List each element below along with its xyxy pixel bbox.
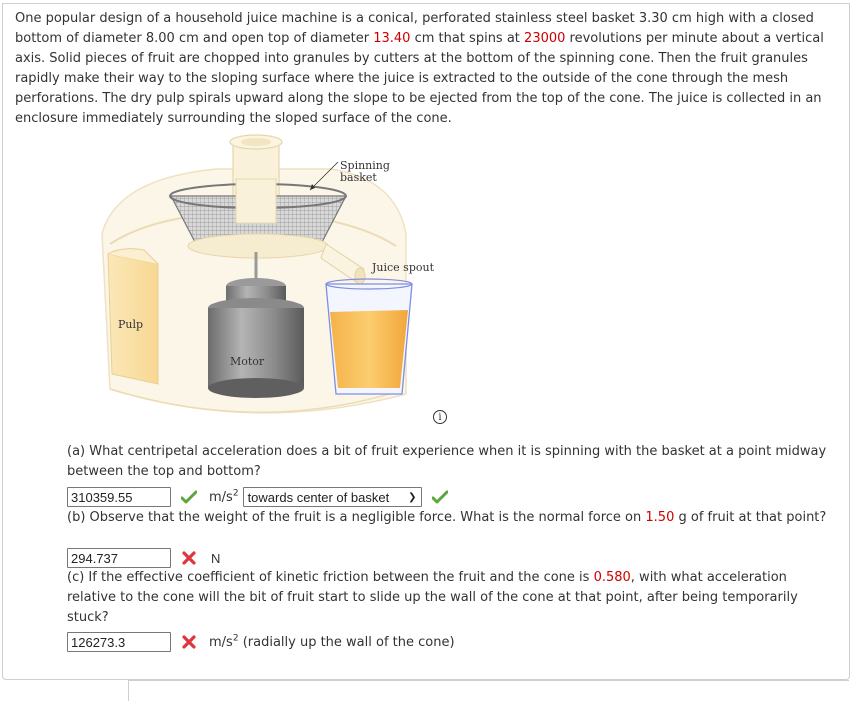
question-a: (a) What centripetal acceleration does a… (67, 444, 827, 479)
unit-c: m/s2 (radially up the wall of the cone) (209, 634, 455, 650)
check-icon (177, 488, 201, 506)
label-juice-spout: Juice spout (371, 261, 435, 274)
unit-a-base: m/s (209, 489, 233, 505)
unit-c-base: m/s (209, 634, 233, 650)
rpm-value: 23000 (524, 31, 566, 46)
answer-row-a: m/s2 towards center of basket ❯ (67, 486, 452, 508)
direction-select[interactable]: towards center of basket ❯ (242, 487, 422, 507)
top-diameter-value: 13.40 (373, 31, 411, 46)
friction-coefficient-value: 0.580 (593, 570, 631, 585)
question-c-text-1: (c) If the effective coefficient of kine… (67, 570, 594, 585)
intro-text-2: cm that spins at (410, 31, 525, 46)
answer-a-input[interactable] (67, 487, 171, 507)
x-icon (177, 549, 201, 567)
answer-row-b: N (67, 547, 220, 569)
x-icon (177, 633, 201, 651)
juice-glass (325, 278, 413, 395)
question-b: (b) Observe that the weight of the fruit… (67, 508, 837, 528)
question-b-text-1: (b) Observe that the weight of the fruit… (67, 510, 646, 525)
question-b-text-2: g of fruit at that point? (674, 510, 827, 525)
info-icon[interactable]: i (433, 410, 447, 424)
answer-b-input[interactable] (67, 548, 171, 568)
label-basket: basket (340, 171, 377, 184)
check-icon (428, 488, 452, 506)
question-c: (c) If the effective coefficient of kine… (67, 568, 837, 628)
unit-a: m/s2 (209, 488, 239, 505)
mass-value: 1.50 (645, 510, 675, 525)
direction-selected-value: towards center of basket (247, 489, 390, 505)
unit-a-exp: 2 (232, 488, 239, 499)
answer-c-input[interactable] (67, 632, 171, 652)
label-motor: Motor (230, 355, 265, 368)
pulp-chamber (107, 248, 159, 385)
answer-row-c: m/s2 (radially up the wall of the cone) (67, 631, 455, 653)
unit-b: N (211, 550, 221, 566)
juicer-figure: Spinning basket Juice spout Pulp Motor (101, 134, 435, 414)
next-panel-edge (128, 680, 849, 701)
unit-c-suffix: (radially up the wall of the cone) (238, 634, 455, 650)
label-pulp: Pulp (118, 318, 143, 331)
problem-statement: One popular design of a household juice … (15, 9, 835, 129)
chevron-down-icon: ❯ (408, 491, 417, 503)
